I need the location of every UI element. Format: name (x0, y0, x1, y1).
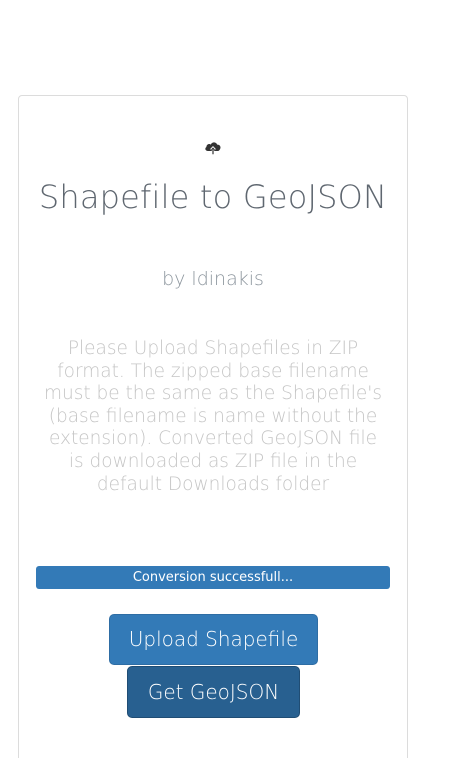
upload-shapefile-button[interactable]: Upload Shapefile (109, 614, 318, 665)
page-title: Shapefile to GeoJSON (38, 178, 388, 216)
status-message: Conversion successfull... (36, 566, 390, 589)
page: Shapefile to GeoJSON by ldinakis Please … (0, 0, 474, 758)
cloud-upload-icon (205, 142, 221, 155)
instructions-text: Please Upload Shapefiles in ZIP format. … (44, 338, 382, 495)
get-geojson-button[interactable]: Get GeoJSON (127, 666, 300, 718)
status-progress-bar: Conversion successfull... (36, 566, 390, 589)
author-credit: by ldinakis (162, 268, 264, 290)
